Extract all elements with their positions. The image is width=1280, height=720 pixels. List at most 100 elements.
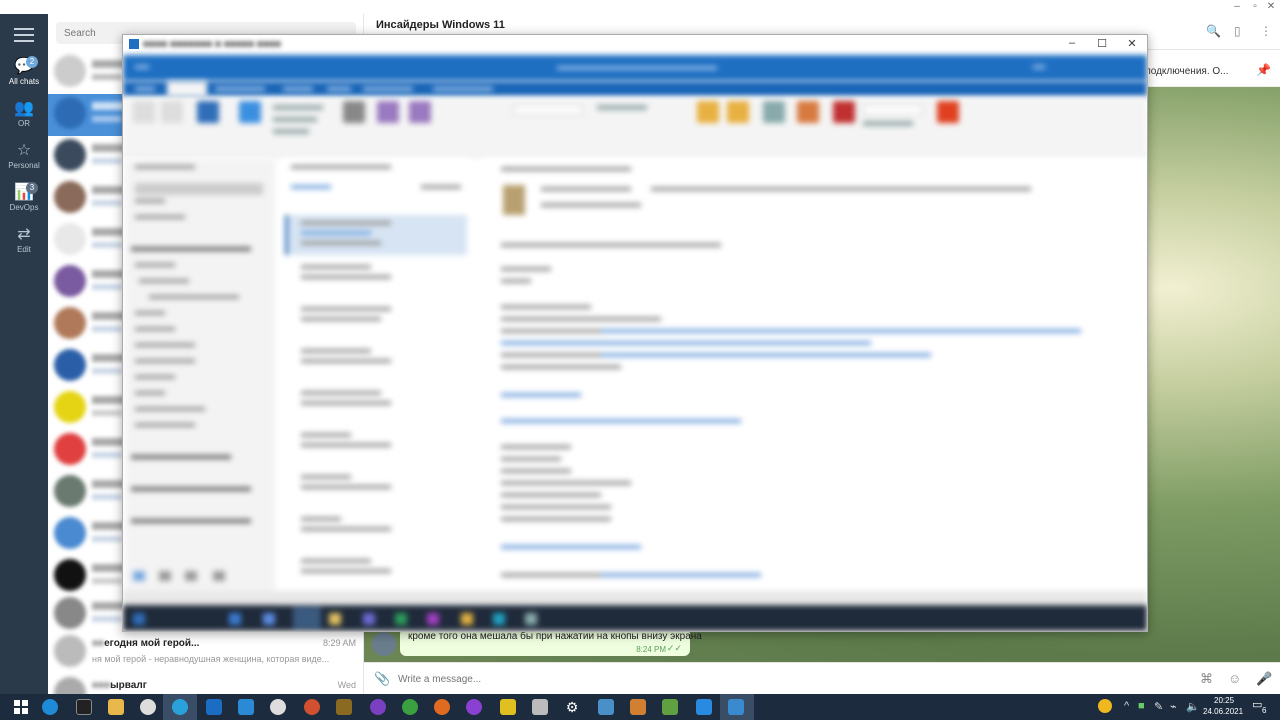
firefox-icon[interactable] — [434, 699, 450, 715]
ribbon-button[interactable] — [833, 101, 855, 123]
ribbon-button[interactable] — [161, 101, 183, 123]
chrome-icon[interactable] — [140, 699, 156, 715]
app-icon[interactable] — [696, 699, 712, 715]
app-icon[interactable] — [402, 699, 418, 715]
ribbon-button[interactable] — [797, 101, 819, 123]
search-icon[interactable]: 🔍 — [1206, 24, 1221, 38]
message-bubble[interactable]: кроме того она мешала бы при нажатии на … — [400, 628, 702, 656]
avatar — [54, 635, 86, 667]
folder-label: Edit — [17, 245, 31, 254]
folder-label: DevOps — [9, 203, 39, 212]
clock-date[interactable]: 24.06.2021 — [1203, 707, 1243, 716]
ribbon-button[interactable] — [409, 101, 431, 123]
ribbon-button[interactable] — [763, 101, 785, 123]
avatar — [54, 433, 86, 465]
folder-all-chats[interactable]: 💬 2 All chats — [0, 56, 48, 96]
settings-icon[interactable]: ⚙ — [564, 699, 580, 715]
chat-preview: ня мой герой - неравнодушная женщина, ко… — [92, 654, 330, 664]
app-icon[interactable] — [336, 699, 352, 715]
volume-icon[interactable]: 🔈 — [1186, 700, 1200, 713]
app-icon[interactable] — [532, 699, 548, 715]
telegram-icon[interactable] — [172, 699, 188, 715]
close-icon[interactable]: ✕ — [1117, 37, 1147, 50]
outlook-icon[interactable] — [206, 699, 222, 715]
folder-devops[interactable]: 📊 3 DevOps — [0, 182, 48, 222]
unread-badge: 2 — [26, 56, 38, 68]
app-icon[interactable] — [630, 699, 646, 715]
commands-icon[interactable]: ⌘ — [1200, 671, 1213, 687]
close-icon[interactable]: ✕ — [1264, 0, 1278, 14]
chevron-up-icon[interactable]: ^ — [1124, 700, 1129, 712]
chat-time: Wed — [337, 680, 356, 690]
outlook-app-icon — [129, 39, 139, 49]
status-icon[interactable] — [1098, 699, 1112, 713]
chat-row[interactable]: ■■■ырвалг Wed — [48, 674, 363, 694]
ribbon-button[interactable] — [133, 101, 155, 123]
keepass-icon[interactable] — [270, 699, 286, 715]
attach-icon[interactable]: 📎 — [374, 671, 390, 687]
microphone-icon[interactable]: 🎤 — [1256, 671, 1272, 687]
outlook-title: ■■■■ ■■■■■■■ ■ ■■■■■ ■■■■ — [143, 39, 281, 50]
folder-or[interactable]: 👥 OR — [0, 98, 48, 138]
message-input[interactable] — [398, 670, 1178, 688]
chat-title[interactable]: Инсайдеры Windows 11 — [376, 19, 505, 31]
ribbon-button[interactable] — [197, 101, 219, 123]
chat-name: ■■егодня мой герой... — [92, 638, 200, 649]
menu-icon[interactable] — [14, 28, 34, 42]
outlook-tab-home[interactable] — [167, 81, 207, 97]
maximize-icon[interactable]: ▫ — [1248, 0, 1262, 14]
avatar[interactable] — [372, 632, 396, 656]
ribbon-button[interactable] — [727, 101, 749, 123]
chat-row[interactable]: ■■егодня мой герой... 8:29 AM ня мой гер… — [48, 632, 363, 674]
folder-label: OR — [18, 119, 30, 128]
unread-badge: 3 — [26, 182, 38, 194]
vscode-icon[interactable] — [238, 699, 254, 715]
file-explorer-icon[interactable] — [108, 699, 124, 715]
avatar — [54, 265, 86, 297]
people-icon: 👥 — [14, 100, 34, 117]
avatar — [54, 55, 86, 87]
minimize-icon[interactable]: – — [1230, 0, 1244, 14]
message-text: кроме того она мешала бы при нажатии на … — [408, 631, 702, 642]
outlook-message-list[interactable] — [281, 159, 471, 585]
sidebar-toggle-icon[interactable]: ▯ — [1234, 24, 1241, 38]
network-icon[interactable]: ⌁ — [1170, 700, 1177, 713]
folder-edit[interactable]: ⇄ Edit — [0, 224, 48, 264]
emoji-icon[interactable]: ☺ — [1228, 671, 1241, 686]
avatar — [54, 597, 86, 629]
ribbon-button[interactable] — [937, 101, 959, 123]
remote-desktop-icon[interactable] — [728, 699, 744, 715]
chat-time: 8:29 AM — [322, 638, 356, 648]
avatar — [54, 223, 86, 255]
terminal-icon[interactable] — [76, 699, 92, 715]
ribbon-button[interactable] — [377, 101, 399, 123]
ribbon-button[interactable] — [697, 101, 719, 123]
notification-icon[interactable]: ▭ — [1252, 698, 1262, 711]
telegram-titlebar: – ▫ ✕ — [0, 0, 1280, 14]
folder-personal[interactable]: ☆ Personal — [0, 140, 48, 180]
outlook-ribbon-tabs[interactable] — [123, 81, 1147, 97]
more-icon[interactable]: ⋮ — [1260, 24, 1272, 38]
outlook-reading-pane[interactable] — [481, 159, 1145, 585]
app-tray-icon[interactable]: ✎ — [1154, 700, 1163, 713]
ribbon-button[interactable] — [343, 101, 365, 123]
ribbon-button[interactable] — [239, 101, 261, 123]
avatar — [54, 517, 86, 549]
app-tray-icon[interactable]: ■ — [1138, 700, 1145, 712]
pin-icon[interactable]: 📌 — [1256, 63, 1271, 77]
app-icon[interactable] — [662, 699, 678, 715]
avatar — [54, 181, 86, 213]
windows-start-icon[interactable] — [14, 700, 28, 714]
clock-time[interactable]: 20:25 — [1214, 696, 1234, 705]
maximize-icon[interactable]: ☐ — [1087, 37, 1117, 50]
outlook-folder-pane — [125, 159, 275, 609]
app-icon[interactable] — [598, 699, 614, 715]
app-icon[interactable] — [370, 699, 386, 715]
edge-icon[interactable] — [42, 699, 58, 715]
minimize-icon[interactable]: – — [1057, 37, 1087, 49]
app-icon[interactable] — [466, 699, 482, 715]
avatar — [54, 307, 86, 339]
app-icon[interactable] — [500, 699, 516, 715]
outlook-window[interactable]: ■■■■ ■■■■■■■ ■ ■■■■■ ■■■■ – ☐ ✕ — [122, 34, 1148, 632]
app-icon[interactable] — [304, 699, 320, 715]
